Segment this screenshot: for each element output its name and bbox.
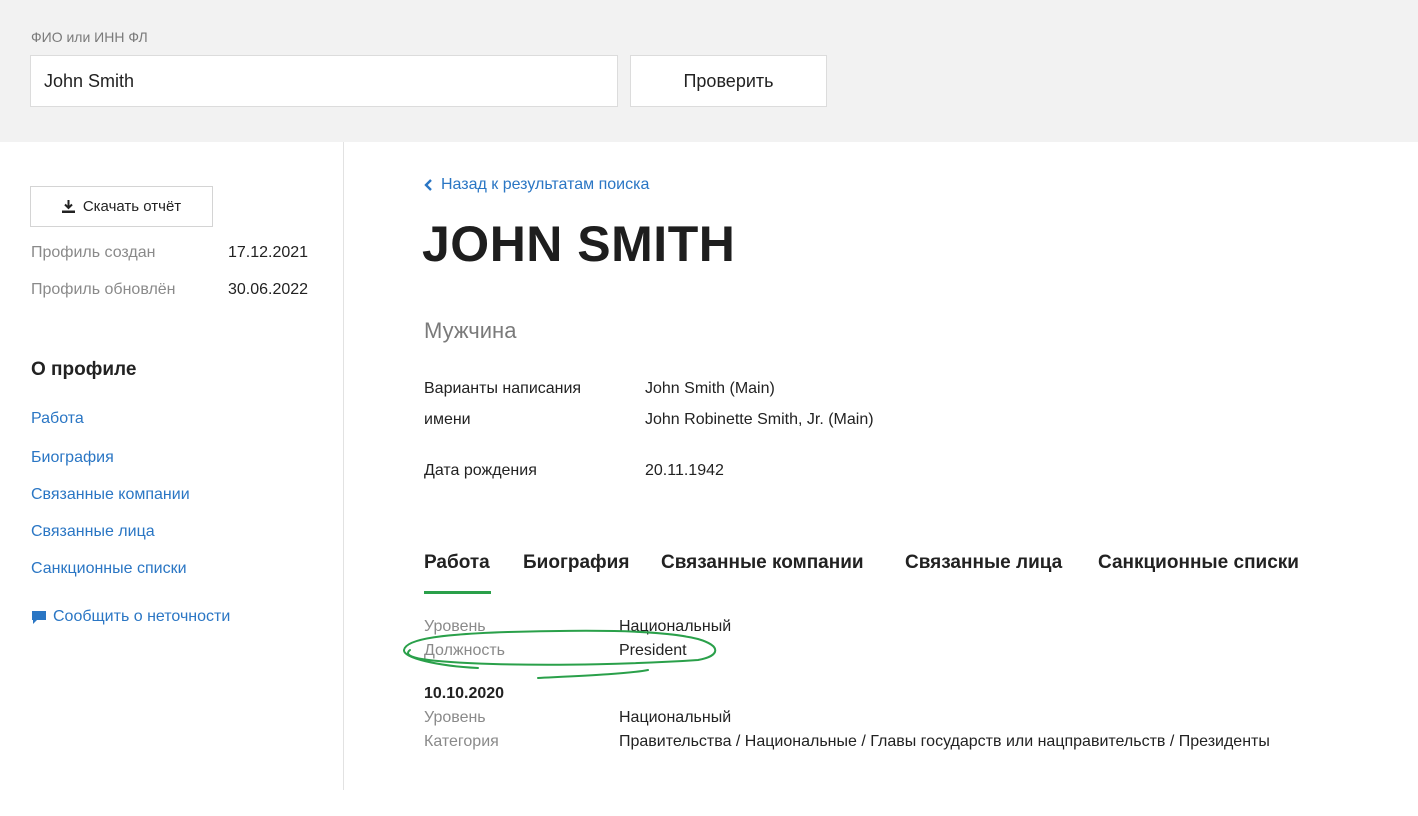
tab-related-persons[interactable]: Связанные лица: [905, 552, 1062, 574]
sidebar-divider: [343, 142, 344, 790]
entry-category-label: Категория: [424, 733, 499, 750]
profile-updated-label: Профиль обновлён: [31, 281, 176, 298]
search-label: ФИО или ИНН ФЛ: [31, 29, 148, 45]
position-value: President: [619, 642, 687, 659]
download-icon: [61, 200, 75, 213]
name-variant: John Robinette Smith, Jr. (Main): [645, 411, 874, 428]
search-input[interactable]: [30, 55, 618, 107]
entry-category-value: Правительства / Национальные / Главы гос…: [619, 733, 1270, 750]
report-inaccuracy-link[interactable]: Сообщить о неточности: [31, 608, 230, 626]
search-bar: ФИО или ИНН ФЛ Проверить: [0, 0, 1418, 142]
name-variants-label-line2: имени: [424, 411, 471, 428]
tab-related-companies[interactable]: Связанные компании: [661, 552, 864, 574]
chevron-left-icon: [424, 179, 432, 191]
work-entry-date: 10.10.2020: [424, 685, 505, 702]
comment-icon: [32, 610, 46, 624]
name-variants-label-line1: Варианты написания: [424, 380, 582, 397]
back-to-results-label: Назад к результатам поиска: [441, 176, 650, 193]
gender-value: Мужчина: [424, 318, 517, 343]
tab-biography[interactable]: Биография: [523, 552, 629, 574]
back-to-results-link[interactable]: Назад к результатам поиска: [424, 176, 649, 194]
report-inaccuracy-label: Сообщить о неточности: [53, 608, 231, 625]
download-report-button[interactable]: Скачать отчёт: [30, 186, 213, 227]
sidebar-link-work[interactable]: Работа: [31, 410, 84, 428]
position-label: Должность: [424, 642, 505, 659]
tab-work[interactable]: Работа: [424, 552, 490, 574]
profile-created-value: 17.12.2021: [228, 244, 309, 261]
sidebar-link-related-companies[interactable]: Связанные компании: [31, 486, 190, 504]
profile-created-row: Профиль создан 17.12.2021: [31, 244, 308, 262]
entry-level-label: Уровень: [424, 709, 486, 726]
profile-updated-value: 30.06.2022: [228, 281, 309, 298]
profile-updated-row: Профиль обновлён 30.06.2022: [31, 281, 308, 299]
birth-date-value: 20.11.1942: [645, 462, 724, 479]
profile-created-label: Профиль создан: [31, 244, 156, 261]
download-label: Скачать отчёт: [82, 198, 182, 215]
level-label: Уровень: [424, 618, 486, 635]
sidebar-link-related-persons[interactable]: Связанные лица: [31, 523, 155, 541]
sidebar-link-sanction-lists[interactable]: Санкционные списки: [31, 560, 187, 578]
level-value: Национальный: [619, 618, 732, 635]
entry-level-value: Национальный: [619, 709, 732, 726]
birth-date-label: Дата рождения: [424, 462, 537, 479]
name-variant: John Smith (Main): [645, 380, 775, 397]
tab-sanction-lists[interactable]: Санкционные списки: [1098, 552, 1299, 574]
check-button[interactable]: Проверить: [630, 55, 827, 107]
about-profile-title: О профиле: [31, 359, 137, 380]
page-title: JOHN SMITH: [422, 216, 736, 272]
active-tab-indicator: [424, 591, 491, 594]
sidebar-link-biography[interactable]: Биография: [31, 449, 114, 467]
